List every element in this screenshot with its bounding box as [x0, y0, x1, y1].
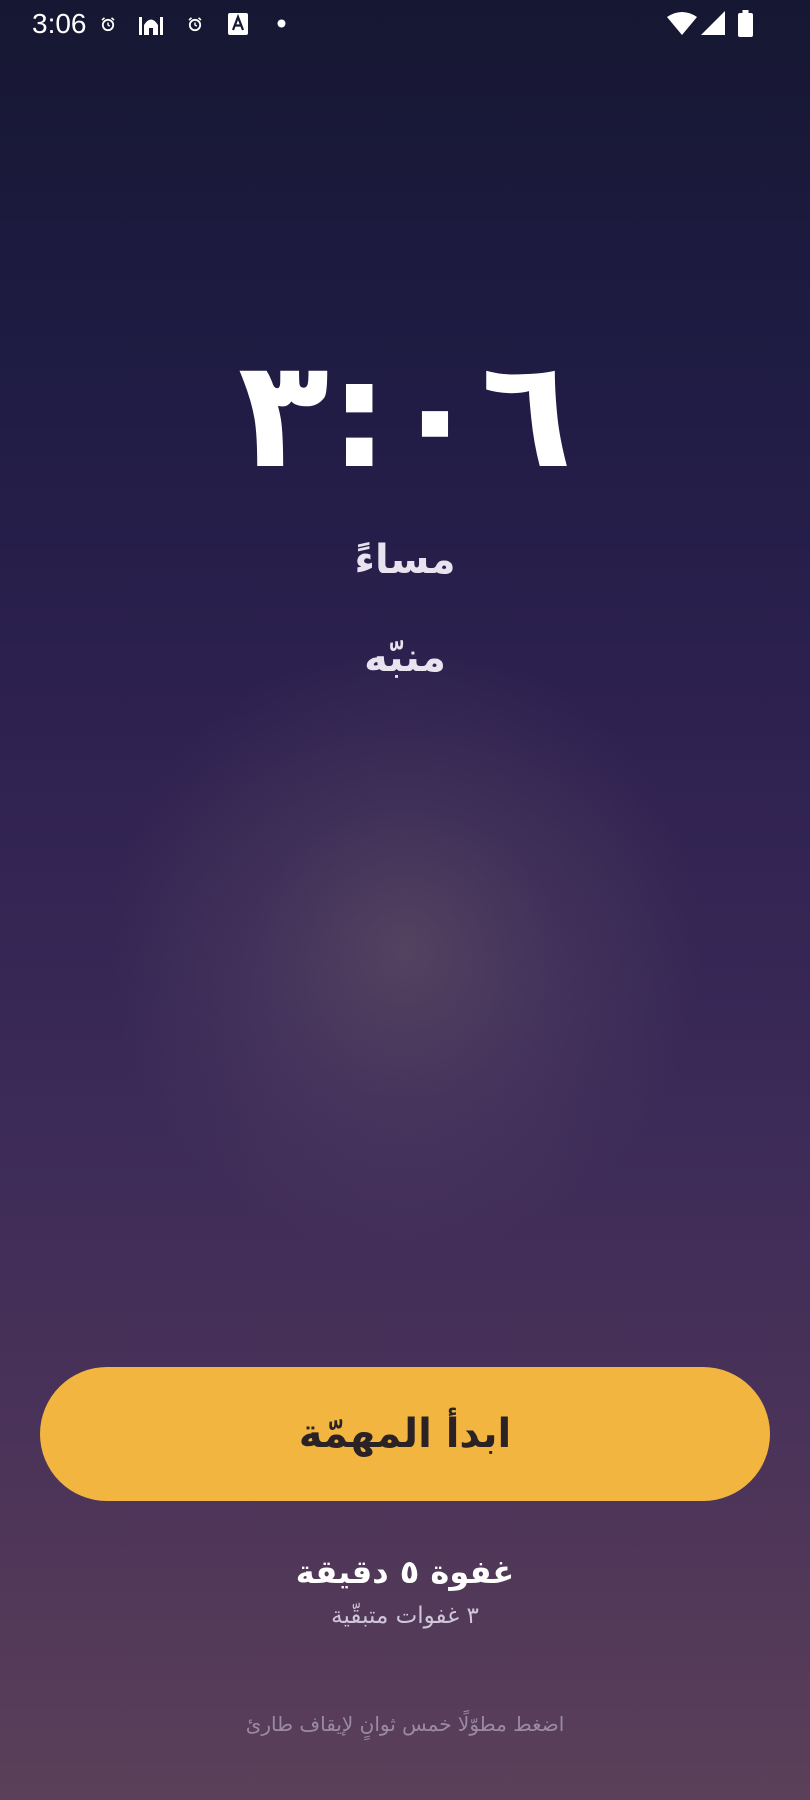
- alarm-clock-icon: [188, 17, 202, 32]
- start-task-button[interactable]: ابدأ المهمّة: [40, 1367, 770, 1501]
- alarm-clock-icon: [101, 17, 115, 32]
- snoozes-remaining: ٣ غفوات متبقّية: [331, 1603, 479, 1629]
- dot-icon: [277, 19, 286, 28]
- battery-icon: [738, 10, 753, 37]
- status-bar: 3:06: [0, 0, 810, 48]
- emergency-stop-hint: اضغط مطوّلًا خمس ثوانٍ لإيقاف طارئ: [245, 1712, 565, 1736]
- period-label: مساءً: [354, 537, 456, 583]
- alarm-label: منبّه: [364, 635, 446, 681]
- snooze-button[interactable]: غفوة ٥ دقيقة ٣ غفوات متبقّية: [255, 1544, 555, 1654]
- mosque-icon: [139, 17, 163, 35]
- wifi-icon: [667, 12, 697, 35]
- text-a-icon: [228, 13, 248, 35]
- cell-signal-icon: [701, 11, 725, 35]
- background-glow: [105, 640, 705, 1260]
- alarm-time: ٣:٠٦: [237, 328, 573, 502]
- alarm-screen: 3:06 ٣:٠٦ مساءً منبّه ابدأ المهمّة غفوة …: [0, 0, 810, 1800]
- snooze-label: غفوة ٥ دقيقة: [295, 1553, 515, 1591]
- status-time: 3:06: [32, 8, 87, 39]
